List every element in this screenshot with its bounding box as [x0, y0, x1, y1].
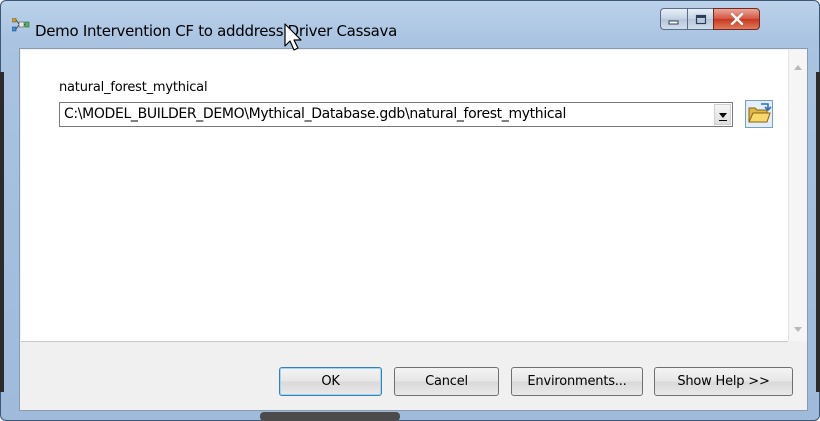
close-button[interactable]: [713, 8, 760, 30]
title-bar[interactable]: Demo Intervention CF to adddress Driver …: [1, 1, 819, 41]
background-edge-left: [0, 72, 4, 392]
minimize-icon: [668, 10, 680, 29]
input-dataset-combobox[interactable]: C:\MODEL_BUILDER_DEMO\Mythical_Database.…: [59, 102, 733, 127]
vertical-scrollbar[interactable]: [788, 50, 807, 341]
scroll-down-icon[interactable]: [794, 327, 802, 332]
window-title: Demo Intervention CF to adddress Driver …: [35, 22, 397, 40]
environments-button[interactable]: Environments...: [511, 367, 643, 396]
mouse-pointer-icon: [283, 22, 307, 54]
input-dataset-value[interactable]: C:\MODEL_BUILDER_DEMO\Mythical_Database.…: [64, 106, 566, 122]
background-edge-right: [816, 72, 820, 392]
minimize-button[interactable]: [660, 8, 688, 30]
dialog-window: Demo Intervention CF to adddress Driver …: [0, 0, 820, 421]
show-help-button[interactable]: Show Help >>: [654, 367, 793, 396]
ok-button[interactable]: OK: [279, 367, 382, 396]
browse-button[interactable]: [745, 100, 773, 128]
maximize-icon: [695, 10, 707, 29]
close-icon: [730, 10, 744, 29]
model-tool-icon: [11, 17, 30, 32]
background-shadow: [260, 412, 400, 421]
parameter-label: natural_forest_mythical: [59, 80, 208, 95]
dropdown-button[interactable]: [714, 104, 731, 125]
cancel-button[interactable]: Cancel: [394, 367, 499, 396]
open-folder-icon: [746, 103, 772, 131]
parameters-panel: natural_forest_mythical C:\MODEL_BUILDER…: [21, 50, 788, 342]
dialog-client-area: natural_forest_mythical C:\MODEL_BUILDER…: [19, 48, 808, 411]
scroll-up-icon[interactable]: [794, 65, 802, 70]
maximize-button[interactable]: [687, 8, 714, 30]
